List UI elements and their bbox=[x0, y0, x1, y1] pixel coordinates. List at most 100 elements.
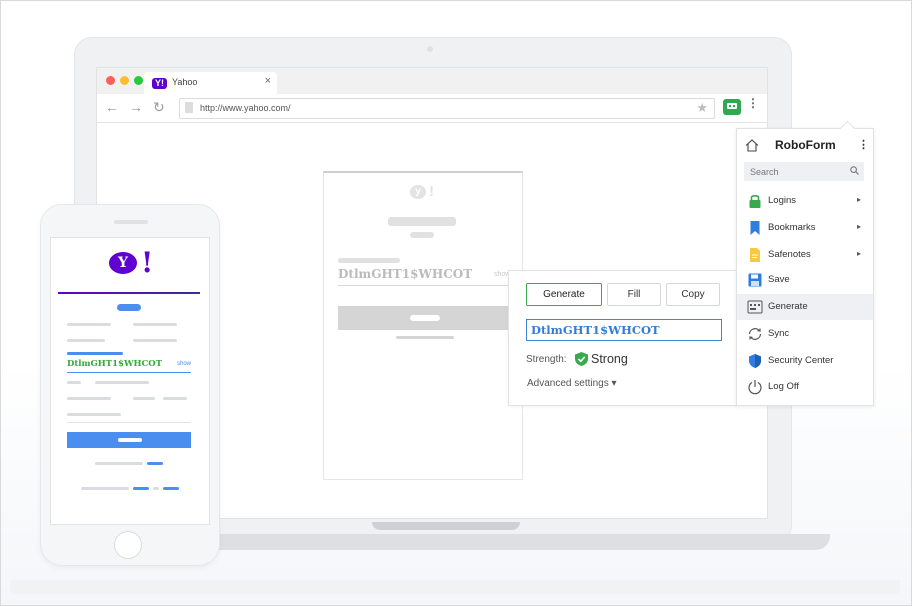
placeholder-subheading bbox=[410, 232, 434, 238]
strength-shield-icon bbox=[575, 352, 588, 366]
phone-placeholder-link bbox=[163, 487, 179, 490]
placeholder-button-text bbox=[410, 315, 440, 321]
phone-placeholder-line bbox=[153, 487, 159, 490]
phone-password-text: DtlmGHT1$WHCOT bbox=[67, 359, 163, 369]
phone-button-text bbox=[118, 438, 142, 442]
phone-divider bbox=[67, 422, 191, 423]
roboform-item-log-off[interactable]: Log Off bbox=[737, 374, 873, 400]
strength-label: Strength: bbox=[526, 354, 567, 365]
fill-button[interactable]: Fill bbox=[607, 283, 661, 306]
close-window-dot[interactable] bbox=[106, 76, 115, 85]
yahoo-login-card: y ! DtlmGHT1$WHCOT show bbox=[323, 171, 523, 480]
phone-password-underline bbox=[67, 372, 191, 373]
phone-screen: Y ! DtlmGHT1$WHCOT show bbox=[50, 237, 210, 525]
shield-icon bbox=[749, 354, 761, 368]
phone-placeholder-line bbox=[95, 381, 149, 384]
roboform-panel: RoboForm ⋮ Logins ▸ Bookmarks ▸ Safenote… bbox=[736, 120, 874, 406]
safenotes-arrow-icon: ▸ bbox=[857, 249, 862, 258]
strength-value: Strong bbox=[591, 352, 628, 366]
roboform-item-generate[interactable]: Generate bbox=[737, 294, 873, 320]
roboform-item-sync[interactable]: Sync bbox=[737, 321, 873, 347]
placeholder-heading bbox=[388, 217, 456, 226]
phone-home-button[interactable] bbox=[114, 531, 142, 559]
roboform-item-save[interactable]: Save bbox=[737, 267, 873, 293]
yahoo-logo-icon: y bbox=[410, 185, 426, 199]
phone-placeholder-pill bbox=[117, 304, 141, 311]
tab-title: Yahoo bbox=[172, 77, 198, 87]
yahoo-logo-exclaim: ! bbox=[429, 183, 434, 200]
phone-placeholder-line bbox=[67, 323, 111, 326]
password-underline bbox=[338, 285, 508, 286]
phone-device: Y ! DtlmGHT1$WHCOT show bbox=[40, 204, 220, 566]
reload-icon[interactable]: ↻ bbox=[153, 99, 165, 116]
placeholder-footer bbox=[396, 336, 454, 339]
phone-placeholder-line bbox=[133, 339, 177, 342]
lock-icon bbox=[749, 194, 761, 208]
phone-placeholder-line bbox=[133, 323, 177, 326]
phone-yahoo-logo-exclaim: ! bbox=[141, 246, 154, 279]
advanced-settings-link[interactable]: Advanced settings ▾ bbox=[527, 378, 617, 389]
phone-placeholder-line bbox=[133, 397, 155, 400]
roboform-search-input[interactable] bbox=[744, 162, 864, 181]
roboform-item-bookmarks[interactable]: Bookmarks ▸ bbox=[737, 215, 873, 241]
minimize-window-dot[interactable] bbox=[120, 76, 129, 85]
laptop-notch bbox=[372, 522, 520, 530]
power-icon bbox=[748, 380, 762, 395]
browser-toolbar: ← → ↻ http://www.yahoo.com/ ★ ⋮ bbox=[97, 94, 767, 123]
page-icon bbox=[185, 102, 193, 113]
laptop-password-text: DtlmGHT1$WHCOT bbox=[338, 267, 473, 281]
save-label: Save bbox=[768, 274, 790, 285]
laptop-camera bbox=[427, 46, 433, 52]
phone-placeholder-link bbox=[147, 462, 163, 465]
back-icon[interactable]: ← bbox=[105, 99, 119, 115]
phone-placeholder-line bbox=[81, 487, 129, 490]
phone-show-link[interactable]: show bbox=[177, 361, 191, 367]
logins-label: Logins bbox=[768, 195, 796, 206]
bookmark-star-icon[interactable]: ★ bbox=[696, 100, 708, 116]
floppy-icon bbox=[748, 273, 762, 287]
tab-yahoo[interactable]: Y! Yahoo × bbox=[144, 72, 277, 94]
yahoo-favicon-icon: Y! bbox=[152, 78, 167, 89]
copy-button[interactable]: Copy bbox=[666, 283, 720, 306]
phone-yahoo-logo-icon: Y bbox=[109, 252, 137, 274]
sync-label: Sync bbox=[768, 328, 790, 339]
floor-band bbox=[10, 580, 900, 594]
roboform-title: RoboForm bbox=[775, 138, 836, 152]
password-generator-popup: Generate Fill Copy DtlmGHT1$WHCOT Streng… bbox=[508, 270, 738, 406]
log-off-label: Log Off bbox=[768, 381, 799, 392]
roboform-extension-icon[interactable] bbox=[723, 99, 741, 115]
generate-label: Generate bbox=[768, 301, 808, 312]
phone-header-divider bbox=[58, 292, 200, 294]
phone-placeholder-accent bbox=[67, 352, 123, 355]
roboform-item-logins[interactable]: Logins ▸ bbox=[737, 188, 873, 214]
logins-arrow-icon: ▸ bbox=[857, 195, 862, 204]
maximize-window-dot[interactable] bbox=[134, 76, 143, 85]
phone-placeholder-line bbox=[67, 413, 121, 416]
forward-icon[interactable]: → bbox=[129, 99, 143, 115]
phone-placeholder-line bbox=[67, 397, 111, 400]
bookmarks-arrow-icon: ▸ bbox=[857, 222, 862, 231]
generate-button[interactable]: Generate bbox=[526, 283, 602, 306]
phone-placeholder-link bbox=[133, 487, 149, 490]
address-bar[interactable]: http://www.yahoo.com/ ★ bbox=[179, 98, 715, 119]
roboform-item-security-center[interactable]: Security Center bbox=[737, 348, 873, 374]
roboform-item-safenotes[interactable]: Safenotes ▸ bbox=[737, 242, 873, 268]
phone-placeholder-line bbox=[67, 339, 105, 342]
phone-placeholder-line bbox=[163, 397, 187, 400]
home-icon[interactable] bbox=[745, 139, 759, 152]
tab-close-icon[interactable]: × bbox=[265, 75, 271, 87]
tab-bar: Y! Yahoo × bbox=[97, 68, 767, 94]
phone-placeholder-line bbox=[67, 381, 81, 384]
bookmarks-label: Bookmarks bbox=[768, 222, 816, 233]
roboform-menu-icon[interactable]: ⋮ bbox=[858, 138, 869, 151]
placeholder-label bbox=[338, 258, 400, 263]
bookmark-icon bbox=[750, 221, 760, 235]
safenotes-label: Safenotes bbox=[768, 249, 811, 260]
generate-icon bbox=[747, 300, 763, 314]
security-center-label: Security Center bbox=[768, 355, 834, 366]
note-icon bbox=[750, 248, 760, 262]
address-text: http://www.yahoo.com/ bbox=[200, 103, 291, 113]
search-icon[interactable] bbox=[850, 166, 859, 175]
browser-menu-icon[interactable]: ⋮ bbox=[747, 97, 759, 109]
generated-password-field[interactable]: DtlmGHT1$WHCOT bbox=[526, 319, 722, 341]
